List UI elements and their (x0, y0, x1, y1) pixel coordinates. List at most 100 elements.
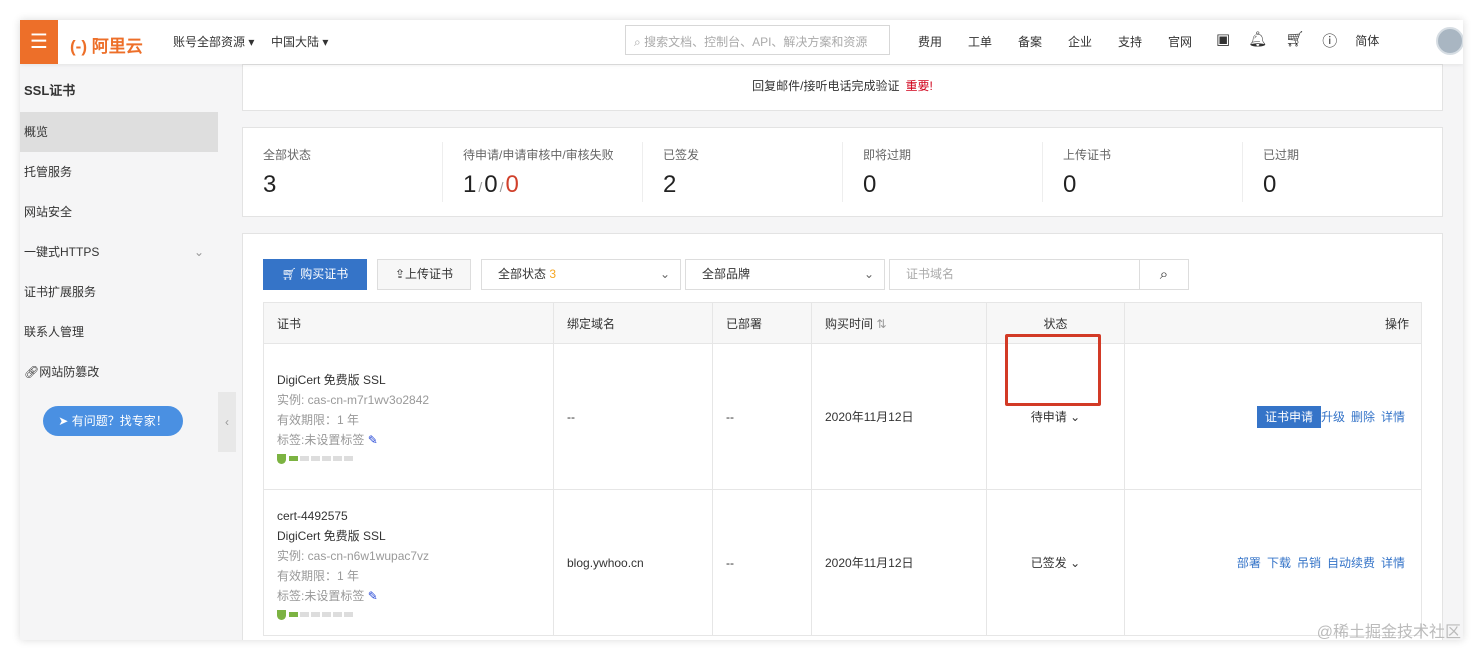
download-link[interactable]: 下载 (1267, 556, 1291, 570)
deploy-link[interactable]: 部署 (1237, 556, 1261, 570)
stat-uploaded[interactable]: 上传证书 0 (1042, 142, 1242, 202)
watermark: @稀土掘金技术社区 (1316, 624, 1461, 641)
details-link[interactable]: 详情 (1381, 410, 1405, 424)
col-purchase-time[interactable]: 购买时间 ⇅ (811, 302, 987, 344)
notice-text: 回复邮件/接听电话完成验证 (752, 79, 900, 93)
stat-label: 即将过期 (863, 148, 912, 162)
brand-filter-select[interactable]: 全部品牌 ⌄ (685, 259, 885, 290)
delete-link[interactable]: 删除 (1351, 410, 1375, 424)
col-actions: 操作 (1124, 302, 1422, 344)
account-dropdown[interactable]: 账号全部资源 ▾ (173, 33, 254, 50)
apply-certificate-button[interactable]: 证书申请 (1256, 406, 1321, 428)
sidebar-item-label: 一键式HTTPS (24, 245, 100, 259)
shield-icon (277, 453, 286, 464)
sort-icon[interactable]: ⇅ (876, 317, 886, 331)
stat-issued[interactable]: 已签发 2 (642, 142, 842, 202)
sidebar-item-tamper[interactable]: 🔗︎网站防篡改 (20, 352, 218, 392)
stat-value: 2 (663, 171, 677, 198)
auto-renew-link[interactable]: 自动续费 (1327, 556, 1375, 570)
status-filter-select[interactable]: 全部状态 3 ⌄ (481, 259, 681, 290)
nav-enterprise[interactable]: 企业 (1068, 33, 1118, 50)
stat-label: 待申请/申请审核中/审核失败 (463, 148, 614, 162)
cert-validity: 有效期限：1 年 (277, 412, 360, 427)
upload-certificate-button[interactable]: ⇪上传证书 (377, 259, 471, 290)
purchase-time: 2020年11月12日 (811, 343, 987, 490)
col-domain: 绑定域名 (553, 302, 713, 344)
stat-value: 3 (263, 171, 277, 198)
col-deployed: 已部署 (712, 302, 812, 344)
bell-icon[interactable]: 🔔︎ (1248, 30, 1267, 51)
bound-domain: -- (553, 343, 713, 490)
edit-icon[interactable]: ✎ (368, 433, 378, 447)
sidebar-item-managed[interactable]: 托管服务 (20, 152, 218, 192)
chevron-down-icon: ⌄ (659, 267, 670, 281)
search-icon: ⌕ (634, 35, 645, 49)
help-icon[interactable]: ⓘ (1322, 30, 1337, 51)
cert-cell: DigiCert 免费版 SSL 实例: cas-cn-m7r1wv3o2842… (263, 343, 554, 490)
verification-notice: 回复邮件/接听电话完成验证 重要! (242, 64, 1443, 111)
deployed-count: -- (712, 343, 812, 490)
stat-expiring[interactable]: 即将过期 0 (842, 142, 1042, 202)
nav-tickets[interactable]: 工单 (968, 33, 1018, 50)
domain-search-input[interactable]: 证书域名 ⌕ (889, 259, 1189, 290)
cert-instance: 实例: cas-cn-n6w1wupac7vz (277, 548, 430, 563)
cert-instance: 实例: cas-cn-m7r1wv3o2842 (277, 392, 430, 407)
cert-validity: 有效期限：1 年 (277, 568, 360, 583)
ask-expert-label: 有问题？找专家！ (71, 414, 168, 428)
ask-expert-button[interactable]: ➤ 有问题？找专家！ (43, 406, 183, 436)
bound-domain: blog.ywhoo.cn (553, 489, 713, 636)
nav-support[interactable]: 支持 (1118, 33, 1168, 50)
stat-label: 上传证书 (1063, 148, 1112, 162)
buy-certificate-button[interactable]: 🛒︎ 购买证书 (263, 259, 367, 290)
upgrade-link[interactable]: 升级 (1321, 410, 1345, 424)
domain-search-placeholder: 证书域名 (906, 267, 955, 281)
aliyun-logo[interactable]: (-) 阿里云 (70, 32, 143, 57)
actions-cell: 部署 下载 吊销 自动续费 详情 (1124, 489, 1422, 636)
chevron-down-icon: ⌄ (193, 245, 204, 259)
sidebar: SSL证书 概览 托管服务 网站安全 一键式HTTPS ⌄ 证书扩展服务 联系人管… (20, 64, 218, 640)
nav-official-site[interactable]: 官网 (1168, 33, 1218, 50)
chevron-down-icon: ⌄ (863, 267, 874, 281)
revoke-link[interactable]: 吊销 (1297, 556, 1321, 570)
nav-fees[interactable]: 费用 (918, 33, 968, 50)
status-dropdown[interactable]: 已签发 ⌄ (986, 489, 1125, 636)
status-label: 已签发 (1030, 556, 1067, 570)
cert-product: DigiCert 免费版 SSL (277, 528, 386, 543)
sidebar-item-extension[interactable]: 证书扩展服务 (20, 272, 218, 312)
status-count: 3 (549, 267, 557, 281)
search-icon[interactable]: ⌕ (1139, 260, 1188, 289)
terminal-icon[interactable]: ▣ (1216, 30, 1230, 51)
brand-filter-value: 全部品牌 (702, 267, 751, 281)
notice-important-link[interactable]: 重要! (906, 79, 933, 93)
edit-icon[interactable]: ✎ (368, 589, 378, 603)
stat-value: 0 (1263, 171, 1277, 198)
stat-expired[interactable]: 已过期 0 (1242, 142, 1442, 202)
shield-icon (277, 609, 286, 620)
stat-value: 0 (863, 171, 877, 198)
stat-all[interactable]: 全部状态 3 (243, 142, 442, 202)
sidebar-item-site-security[interactable]: 网站安全 (20, 192, 218, 232)
status-summary: 全部状态 3 待申请/申请审核中/审核失败 1/0/0 已签发 2 即将过期 0 上传证… (242, 127, 1443, 217)
progress-bar (277, 453, 553, 464)
stat-value: 0 (1063, 171, 1077, 198)
menu-icon[interactable]: ☰ (20, 20, 58, 64)
sidebar-item-overview[interactable]: 概览 (20, 112, 218, 152)
sidebar-item-contacts[interactable]: 联系人管理 (20, 312, 218, 352)
table-row: cert-4492575 DigiCert 免费版 SSL 实例: cas-cn… (263, 489, 1422, 636)
col-label: 购买时间 (825, 316, 874, 331)
nav-icp[interactable]: 备案 (1018, 33, 1068, 50)
table-row: DigiCert 免费版 SSL 实例: cas-cn-m7r1wv3o2842… (263, 343, 1422, 490)
global-search-input[interactable]: ⌕ 搜索文档、控制台、API、解决方案和资源 (625, 25, 890, 55)
cert-tag: 标签:未设置标签 (277, 432, 365, 447)
details-link[interactable]: 详情 (1381, 556, 1405, 570)
language-switch[interactable]: 简体 (1355, 30, 1379, 51)
collapse-sidebar-handle[interactable]: ‹ (218, 392, 236, 452)
stat-pending[interactable]: 待申请/申请审核中/审核失败 1/0/0 (442, 142, 642, 202)
actions-cell: 证书申请 升级 删除 详情 (1124, 343, 1422, 490)
highlight-annotation-box (1005, 334, 1101, 406)
sidebar-item-https[interactable]: 一键式HTTPS ⌄ (20, 232, 218, 272)
region-dropdown[interactable]: 中国大陆 ▾ (271, 33, 328, 50)
avatar[interactable] (1436, 27, 1463, 55)
cert-name: cert-4492575 (277, 508, 348, 523)
cart-icon[interactable]: 🛒︎ (1285, 30, 1304, 51)
